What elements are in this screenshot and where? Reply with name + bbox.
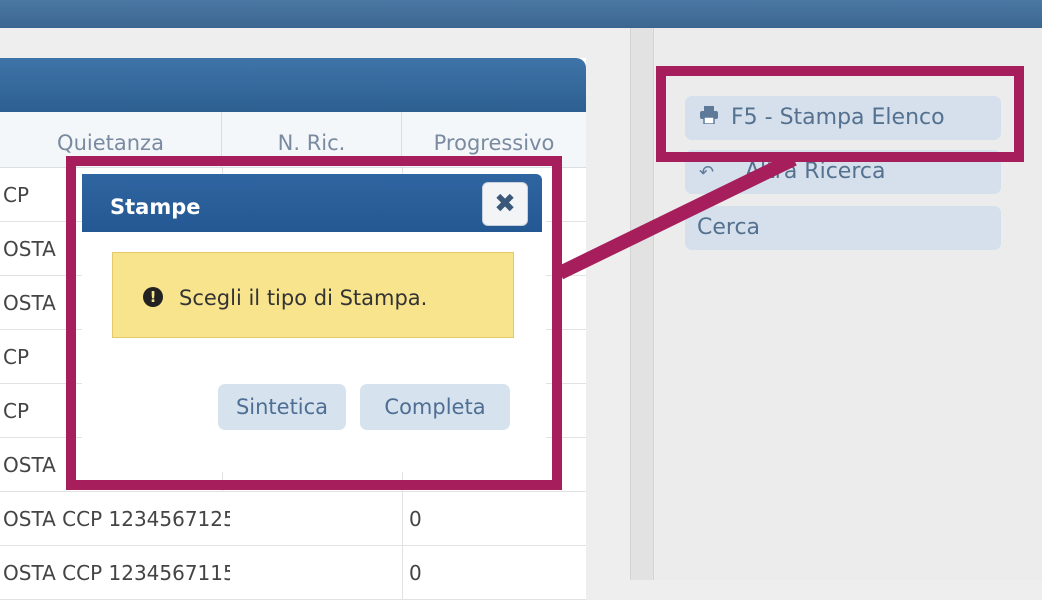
pane-splitter[interactable]	[630, 28, 654, 580]
cell-n-ric	[222, 492, 402, 546]
app-top-bar	[0, 0, 1042, 28]
dialog-message: Scegli il tipo di Stampa.	[179, 286, 428, 310]
exclamation-circle-icon: !	[143, 287, 163, 307]
dialog-message-box: ! Scegli il tipo di Stampa.	[112, 252, 514, 338]
search-button[interactable]: Cerca	[685, 206, 1001, 250]
search-label: Cerca	[697, 215, 761, 240]
cell-n-ric	[222, 546, 402, 600]
close-icon[interactable]: ✖	[482, 182, 528, 226]
cell-progressivo: 0	[402, 492, 586, 546]
callout-highlight-print-button	[656, 66, 1024, 162]
table-row[interactable]: OSTA CCP 12345671254 0	[0, 492, 586, 546]
dialog-title: Stampe	[110, 195, 201, 219]
complete-button[interactable]: Completa	[360, 384, 510, 430]
synthetic-button[interactable]: Sintetica	[218, 384, 346, 430]
dialog-title-bar[interactable]: Stampe ✖	[82, 174, 542, 232]
print-dialog: Stampe ✖ ! Scegli il tipo di Stampa. Sin…	[82, 174, 546, 472]
cell-quietanza: OSTA CCP 12345671254	[3, 507, 230, 531]
cell-quietanza: OSTA CCP 1234567115	[3, 561, 230, 585]
table-row[interactable]: OSTA CCP 1234567115 0	[0, 546, 586, 600]
grid-caption-bar	[0, 58, 586, 112]
cell-progressivo: 0	[402, 546, 586, 600]
